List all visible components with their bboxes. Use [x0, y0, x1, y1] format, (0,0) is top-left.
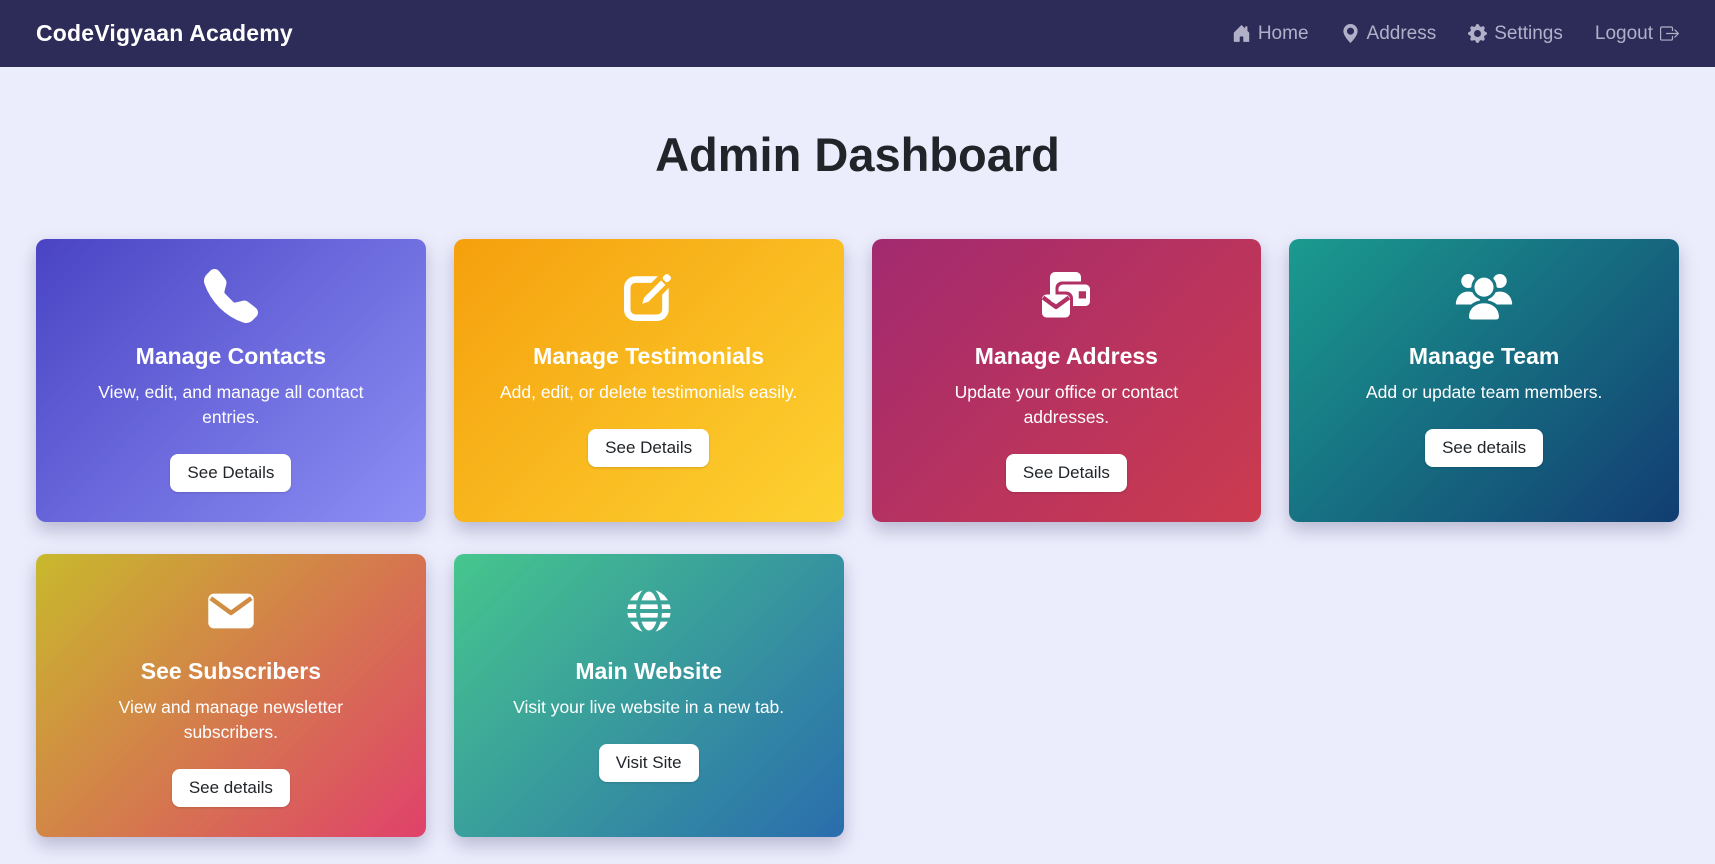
card-main-website: Main Website Visit your live website in … — [453, 554, 844, 837]
card-description: Add, edit, or delete testimonials easily… — [499, 382, 798, 402]
card-description: Visit your live website in a new tab. — [513, 697, 785, 717]
card-description: View and manage newsletter subscribers. — [118, 697, 344, 742]
phone-icon — [56, 265, 406, 327]
card-description: View, edit, and manage all contact entri… — [98, 382, 364, 427]
card-title: Main Website — [575, 658, 722, 684]
card-manage-address: Manage Address Update your office or con… — [871, 239, 1262, 522]
card-title: Manage Team — [1408, 343, 1560, 369]
card-title: Manage Contacts — [135, 343, 327, 369]
envelope-icon — [56, 580, 406, 642]
edit-icon — [474, 265, 824, 327]
card-see-subscribers: See Subscribers View and manage newslett… — [36, 554, 426, 837]
card-title: Manage Address — [974, 343, 1158, 369]
see-details-button[interactable]: See Details — [170, 454, 292, 492]
gear-icon — [1468, 24, 1488, 43]
card-description: Add or update team members. — [1365, 382, 1603, 402]
nav-item-label: Settings — [1494, 22, 1563, 44]
logout-icon — [1660, 24, 1679, 43]
card-description: Update your office or contact addresses. — [954, 382, 1179, 427]
see-details-button[interactable]: See details — [1425, 429, 1544, 467]
nav-item-label: Home — [1257, 22, 1309, 44]
nav-links: Home Address Settings Logout — [1232, 23, 1679, 45]
card-manage-testimonials: Manage Testimonials Add, edit, or delete… — [453, 239, 844, 522]
brand[interactable]: CodeVigyaan Academy — [36, 20, 293, 47]
page-title: Admin Dashboard — [655, 128, 1060, 181]
dashboard-card-grid: Manage Contacts View, edit, and manage a… — [36, 239, 1679, 837]
card-manage-contacts: Manage Contacts View, edit, and manage a… — [36, 239, 426, 522]
nav-item-label: Logout — [1594, 22, 1653, 44]
see-details-button[interactable]: See details — [171, 769, 290, 807]
home-icon — [1232, 24, 1251, 43]
card-manage-team: Manage Team Add or update team members. … — [1289, 239, 1679, 522]
card-title: See Subscribers — [140, 658, 321, 684]
visit-site-button[interactable]: Visit Site — [598, 744, 699, 782]
nav-item-home[interactable]: Home — [1232, 23, 1309, 45]
nav-item-logout[interactable]: Logout — [1595, 23, 1679, 45]
nav-item-settings[interactable]: Settings — [1468, 23, 1563, 45]
map-pin-icon — [1341, 24, 1360, 43]
globe-icon — [474, 580, 824, 642]
mail-stack-icon — [892, 265, 1242, 327]
navbar: CodeVigyaan Academy Home Address Setting… — [0, 0, 1715, 67]
card-title: Manage Testimonials — [533, 343, 765, 369]
team-icon — [1309, 265, 1659, 327]
see-details-button[interactable]: See Details — [588, 429, 710, 467]
see-details-button[interactable]: See Details — [1005, 454, 1127, 492]
nav-item-label: Address — [1366, 22, 1437, 44]
nav-item-address[interactable]: Address — [1341, 22, 1437, 45]
